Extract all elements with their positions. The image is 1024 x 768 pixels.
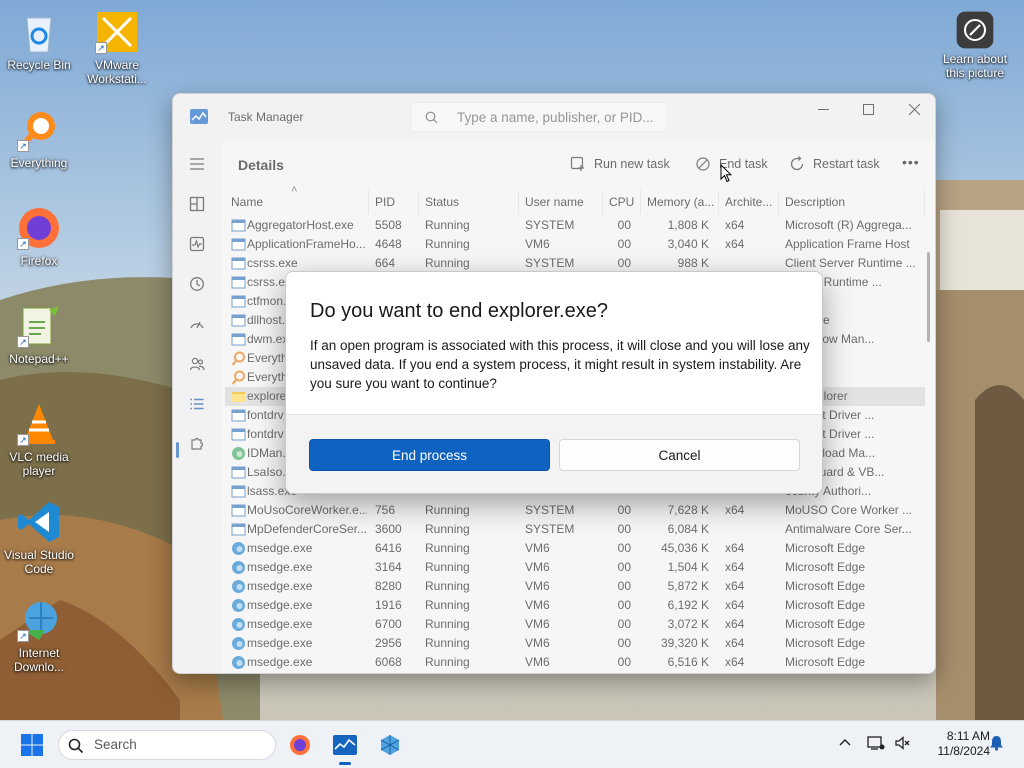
- vscode-icon: [15, 498, 63, 546]
- taskbar: Search 8:11 AM 11/8/2024: [0, 720, 1024, 768]
- vmware-icon: ↗: [93, 8, 141, 56]
- taskbar-clock[interactable]: 8:11 AM 11/8/2024: [920, 729, 991, 759]
- notifications-button[interactable]: [986, 733, 1006, 753]
- shortcut-arrow-icon: ↗: [17, 140, 29, 152]
- desktop-icon-label: Firefox: [20, 254, 58, 268]
- desktop-icon-label: VLC media player: [9, 450, 69, 478]
- volume-muted-icon: [895, 736, 910, 750]
- taskbar-search-label: Search: [94, 737, 137, 752]
- shortcut-arrow-icon: ↗: [17, 630, 29, 642]
- desktop-icon-label: VMware Workstati...: [87, 58, 147, 86]
- mouse-cursor-icon: [720, 164, 732, 183]
- shortcut-arrow-icon: ↗: [17, 434, 29, 446]
- desktop-icon-vlc[interactable]: ↗ VLC media player: [0, 400, 78, 478]
- firefox-icon: [290, 735, 310, 755]
- cancel-button[interactable]: Cancel: [559, 439, 800, 471]
- taskbar-firefox[interactable]: [284, 729, 316, 761]
- shortcut-arrow-icon: ↗: [17, 238, 29, 250]
- desktop-icon-label: Recycle Bin: [7, 58, 71, 72]
- desktop-icon-vmware[interactable]: ↗ VMware Workstati...: [78, 8, 156, 86]
- network-status[interactable]: [866, 733, 886, 753]
- end-process-dialog: Do you want to end explorer.exe? If an o…: [285, 271, 823, 494]
- dialog-title: Do you want to end explorer.exe?: [310, 300, 608, 322]
- dialog-content: Do you want to end explorer.exe? If an o…: [286, 272, 822, 414]
- end-process-button[interactable]: End process: [309, 439, 550, 471]
- taskbar-app-cube[interactable]: [374, 729, 406, 761]
- learn-about-picture-label: Learn about this picture: [942, 52, 1008, 80]
- desktop-icon-label: Notepad++: [9, 352, 69, 366]
- firefox-icon: ↗: [15, 204, 63, 252]
- desktop-icon-idm[interactable]: ↗ Internet Downlo...: [0, 596, 78, 674]
- desktop-icon-recycle-bin[interactable]: Recycle Bin: [0, 8, 78, 72]
- volume-status[interactable]: [892, 733, 912, 753]
- shortcut-arrow-icon: ↗: [95, 42, 107, 54]
- taskbar-search[interactable]: Search: [58, 730, 276, 760]
- camera-info-icon: [955, 10, 995, 50]
- learn-about-picture[interactable]: Learn about this picture: [936, 10, 1014, 80]
- bell-icon: [989, 736, 1003, 751]
- cube-app-icon: [380, 735, 400, 755]
- desktop-icon-label: Everything: [10, 156, 68, 170]
- notepadpp-icon: ↗: [15, 302, 63, 350]
- desktop-icon-everything[interactable]: ↗ Everything: [0, 106, 78, 170]
- shortcut-arrow-icon: ↗: [17, 336, 29, 348]
- internet-download-manager-icon: ↗: [15, 596, 63, 644]
- windows-start-icon[interactable]: [20, 733, 44, 757]
- desktop-icon-label: Visual Studio Code: [4, 548, 74, 576]
- search-icon: [68, 738, 84, 754]
- show-hidden-icons-button[interactable]: [835, 733, 855, 753]
- desktop-icon-vscode[interactable]: Visual Studio Code: [0, 498, 78, 576]
- chevron-up-icon: [839, 739, 851, 746]
- task-manager-icon: [333, 735, 357, 755]
- desktop-icon-label: Internet Downlo...: [13, 646, 65, 674]
- dialog-message: If an open program is associated with th…: [310, 338, 810, 391]
- everything-search-icon: ↗: [15, 106, 63, 154]
- clock-date: 11/8/2024: [937, 744, 991, 758]
- desktop-icon-firefox[interactable]: ↗ Firefox: [0, 204, 78, 268]
- desktop-icon-notepadpp[interactable]: ↗ Notepad++: [0, 302, 78, 366]
- recycle-bin-icon: [15, 8, 63, 56]
- vlc-cone-icon: ↗: [15, 400, 63, 448]
- clock-time: 8:11 AM: [946, 729, 990, 743]
- network-icon: [867, 736, 885, 750]
- taskbar-task-manager[interactable]: [329, 729, 361, 765]
